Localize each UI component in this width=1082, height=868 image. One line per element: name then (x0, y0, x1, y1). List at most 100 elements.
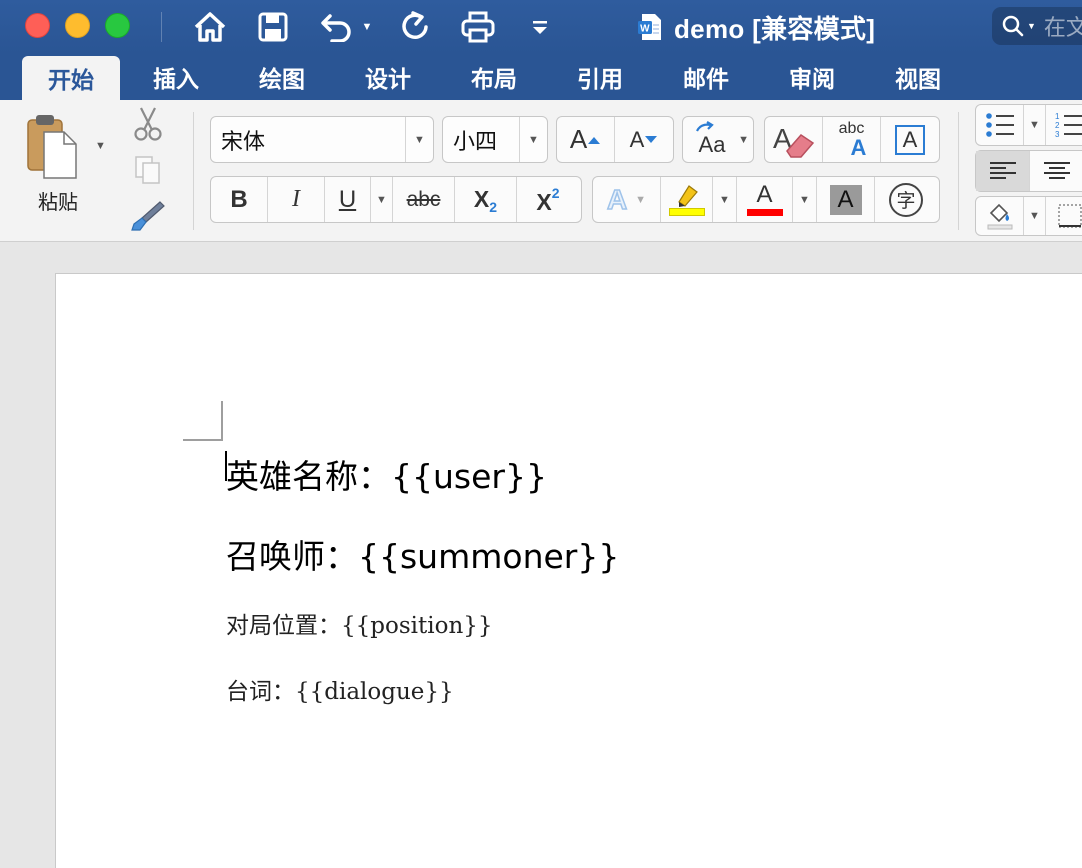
doc-line-summoner[interactable]: 召唤师：{{summoner}} (226, 530, 619, 578)
font-color-button[interactable]: A (737, 177, 793, 222)
redo-button[interactable] (396, 8, 434, 46)
svg-text:1: 1 (1055, 112, 1060, 121)
save-icon (258, 12, 288, 42)
home-icon (194, 12, 226, 42)
tab-references[interactable]: 引用 (560, 54, 640, 100)
enclose-characters-glyph: 字 (889, 182, 923, 217)
font-name-value: 宋体 (221, 129, 266, 155)
customize-toolbar-button[interactable] (524, 8, 556, 46)
highlight-dropdown-button[interactable]: ▼ (713, 177, 737, 222)
bold-button[interactable]: B (211, 177, 268, 222)
list-group: ▼ 123 (975, 104, 1082, 146)
subscript-glyph: X (473, 186, 490, 212)
bullets-button[interactable] (976, 105, 1024, 145)
change-case-dropdown-icon[interactable]: ▼ (738, 134, 749, 146)
tab-draw[interactable]: 绘图 (242, 54, 322, 100)
shrink-font-button[interactable]: A (615, 117, 673, 162)
text-effects-glyph: A (606, 183, 628, 216)
numbering-button[interactable]: 123 (1046, 105, 1082, 145)
subscript-mark: 2 (489, 198, 498, 215)
window-close-button[interactable] (25, 13, 50, 38)
print-button[interactable] (458, 8, 498, 46)
tab-layout[interactable]: 布局 (454, 54, 534, 100)
font-name-dropdown[interactable]: 宋体 ▼ (210, 116, 434, 163)
window-minimize-button[interactable] (65, 13, 90, 38)
highlight-button[interactable] (661, 177, 713, 222)
ribbon-tabs: 开始 插入 绘图 设计 布局 引用 邮件 审阅 视图 (0, 54, 1082, 100)
align-center-button[interactable] (1030, 151, 1082, 191)
clear-format-group: A abc A A (764, 116, 940, 163)
numbered-list-icon: 123 (1055, 112, 1082, 139)
format-painter-button[interactable] (130, 200, 166, 237)
tab-home[interactable]: 开始 (22, 56, 120, 100)
doc-line-position[interactable]: 对局位置：{{position}} (226, 606, 493, 640)
doc-line-dialogue[interactable]: 台词：{{dialogue}} (226, 672, 454, 706)
borders-button[interactable] (1046, 197, 1082, 235)
shrink-font-glyph: A (629, 126, 645, 152)
svg-text:2: 2 (1055, 121, 1060, 130)
tab-mailings[interactable]: 邮件 (666, 54, 746, 100)
scissors-icon (134, 107, 162, 141)
arrow-up-icon (588, 136, 601, 144)
font-name-dropdown-arrow[interactable]: ▼ (405, 117, 433, 162)
font-size-dropdown-arrow[interactable]: ▼ (519, 117, 547, 162)
ribbon-divider (193, 112, 194, 230)
shading-border-group: ▼ (975, 196, 1082, 236)
search-options-icon[interactable]: ▼ (1027, 21, 1036, 31)
font-color-swatch (746, 209, 783, 216)
tab-view[interactable]: 视图 (878, 54, 958, 100)
tab-review[interactable]: 审阅 (772, 54, 852, 100)
underline-dropdown-button[interactable]: ▼ (371, 177, 393, 222)
bullets-dropdown-button[interactable]: ▼ (1024, 105, 1046, 145)
cut-button[interactable] (132, 106, 164, 147)
tab-insert[interactable]: 插入 (136, 54, 216, 100)
margin-crop-mark (183, 401, 223, 441)
save-button[interactable] (254, 8, 292, 46)
enclose-characters-button[interactable]: 字 (875, 177, 937, 222)
search-placeholder: 在文 (1043, 15, 1082, 40)
superscript-glyph: X (536, 189, 552, 215)
document-page[interactable]: 英雄名称：{{user}} 召唤师：{{summoner}} 对局位置：{{po… (55, 273, 1082, 868)
paste-dropdown-icon[interactable]: ▼ (95, 140, 106, 152)
undo-dropdown-icon[interactable]: ▼ (362, 21, 373, 33)
paste-button[interactable] (24, 112, 80, 184)
window-zoom-button[interactable] (105, 13, 130, 38)
grow-font-button[interactable]: A (557, 117, 615, 162)
font-color-dropdown-button[interactable]: ▼ (793, 177, 817, 222)
undo-button[interactable]: ▼ (316, 8, 376, 46)
phonetic-guide-button[interactable]: abc A (823, 117, 881, 162)
alignment-group (975, 150, 1082, 192)
redo-icon (402, 11, 428, 39)
subscript-button[interactable]: X2 (455, 177, 517, 222)
text-effects-button[interactable]: A ▼ (593, 177, 661, 222)
doc-line-hero-name[interactable]: 英雄名称：{{user}} (226, 450, 547, 498)
ribbon-divider (958, 112, 959, 230)
shading-button[interactable] (976, 197, 1024, 235)
shading-dropdown-button[interactable]: ▼ (1024, 197, 1046, 235)
clear-formatting-button[interactable]: A (765, 117, 823, 162)
character-border-button[interactable]: A (881, 117, 939, 162)
font-color-glyph: A (756, 181, 773, 208)
align-left-button[interactable] (976, 151, 1030, 191)
font-color-group: A ▼ ▼ A ▼ A 字 (592, 176, 940, 223)
search-box[interactable]: ▼ 在文 (992, 7, 1082, 45)
document-canvas[interactable]: 英雄名称：{{user}} 召唤师：{{summoner}} 对局位置：{{po… (0, 242, 1082, 868)
font-size-dropdown[interactable]: 小四 ▼ (442, 116, 548, 163)
highlighter-icon (677, 184, 698, 207)
align-center-icon (1044, 162, 1070, 179)
character-shading-button[interactable]: A (817, 177, 875, 222)
copy-button[interactable] (134, 155, 162, 190)
phonetic-guide-bottom: A (850, 134, 867, 160)
change-case-button[interactable]: Aa ▼ (683, 117, 753, 162)
text-effects-dropdown-icon[interactable]: ▼ (635, 194, 646, 206)
svg-text:3: 3 (1055, 130, 1060, 139)
superscript-button[interactable]: X2 (517, 177, 579, 222)
strikethrough-button[interactable]: abc (393, 177, 455, 222)
document-title-text: demo [兼容模式] (674, 13, 876, 44)
tab-design[interactable]: 设计 (348, 54, 428, 100)
italic-button[interactable]: I (268, 177, 325, 222)
underline-button[interactable]: U (325, 177, 371, 222)
home-button[interactable] (190, 8, 230, 46)
eraser-icon: A (773, 123, 814, 158)
svg-text:W: W (640, 24, 650, 35)
